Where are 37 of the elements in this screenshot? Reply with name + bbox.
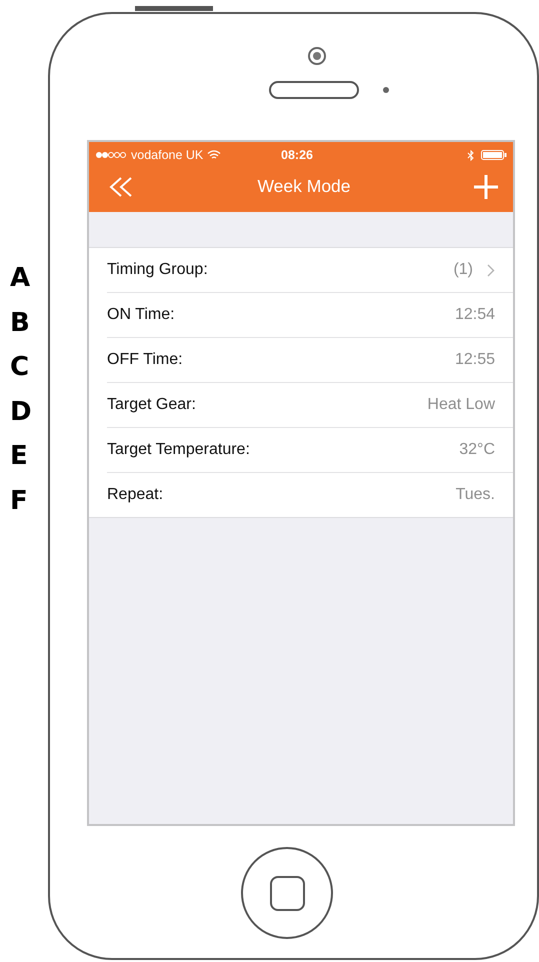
callout-letter: F [9, 484, 29, 518]
callout-letter: D [9, 396, 33, 428]
row-label: Target Gear: [107, 396, 196, 414]
row-value: Heat Low [427, 396, 495, 414]
row-label: OFF Time: [107, 351, 183, 369]
home-button[interactable] [241, 847, 333, 939]
callout-letter: A [9, 262, 32, 295]
status-time: 08:26 [281, 148, 313, 162]
signal-icon [95, 151, 127, 159]
callout-letter: E [9, 440, 29, 473]
camera-icon [307, 46, 327, 66]
carrier-name: vodafone UK [131, 148, 204, 162]
settings-row[interactable]: ON Time: 12:54 [107, 293, 513, 338]
settings-row[interactable]: Target Temperature: 32°C [107, 428, 513, 473]
add-button[interactable] [473, 174, 499, 200]
row-value: 12:55 [454, 351, 495, 369]
settings-row[interactable]: Repeat: Tues. [107, 473, 513, 517]
chevron-right-icon [487, 264, 495, 276]
settings-row[interactable]: Target Gear: Heat Low [107, 383, 513, 428]
row-value: (1) [453, 261, 473, 279]
row-label: Timing Group: [107, 261, 208, 279]
screen-title: Week Mode [257, 176, 351, 197]
row-label: Target Temperature: [107, 441, 250, 459]
row-value: Tues. [456, 486, 495, 504]
wifi-icon [207, 150, 222, 160]
callout-letter: B [9, 306, 31, 340]
row-value: 32°C [459, 441, 495, 459]
row-value: 12:54 [454, 306, 495, 324]
settings-row[interactable]: Timing Group: (1) [107, 248, 513, 293]
row-label: ON Time: [107, 306, 175, 324]
battery-icon [481, 150, 507, 160]
settings-row[interactable]: OFF Time: 12:55 [107, 338, 513, 383]
callout-letter: C [9, 351, 30, 384]
sensor-dot [383, 87, 389, 93]
plus-icon [473, 174, 499, 200]
row-label: Repeat: [107, 486, 164, 504]
bluetooth-icon [467, 150, 475, 160]
